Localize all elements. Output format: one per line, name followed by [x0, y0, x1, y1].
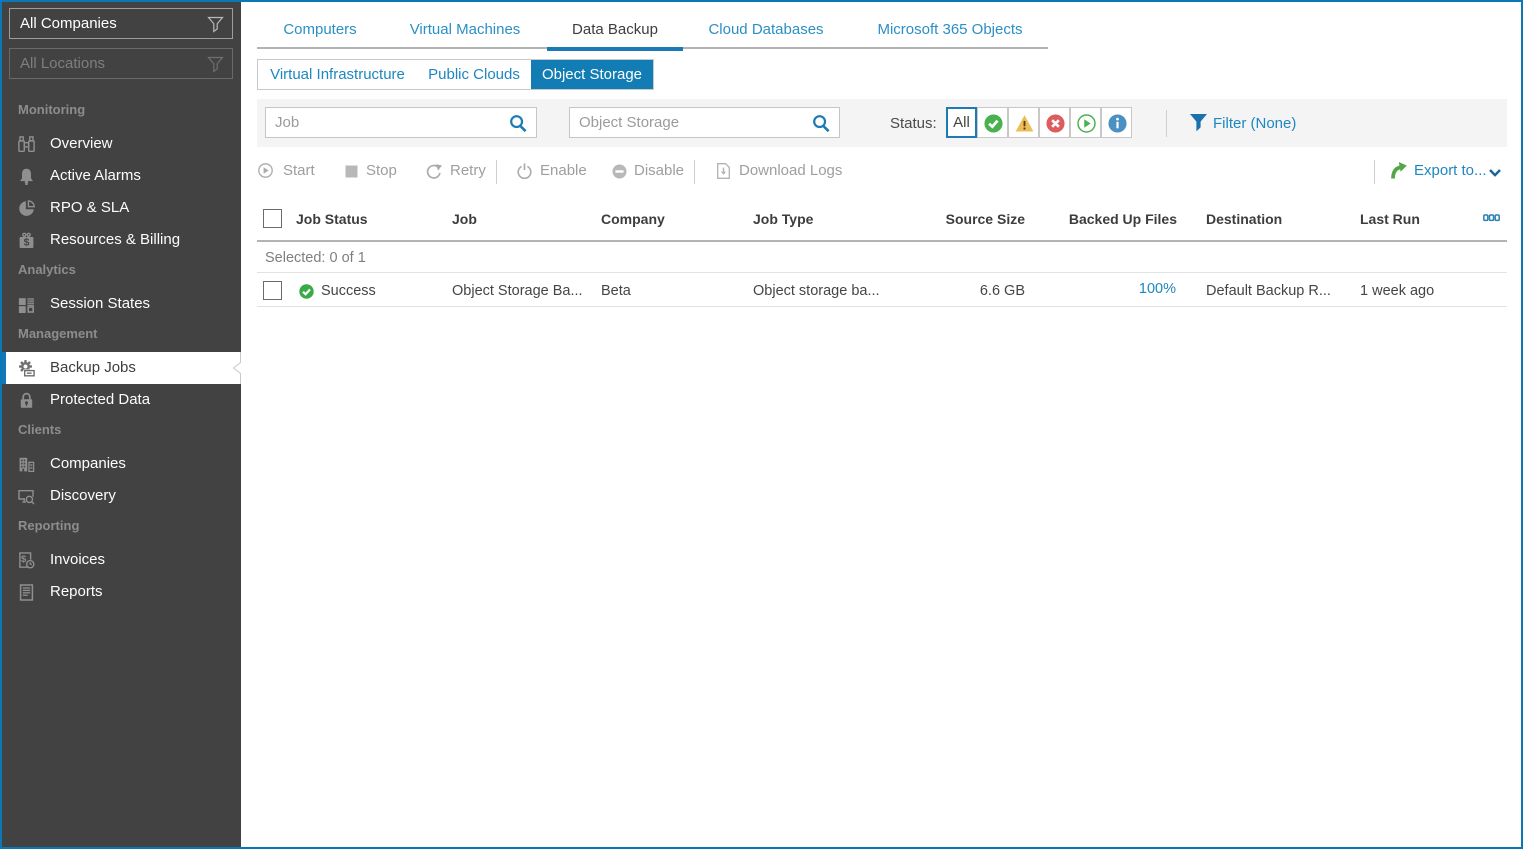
svg-text:$: $ — [24, 237, 30, 249]
